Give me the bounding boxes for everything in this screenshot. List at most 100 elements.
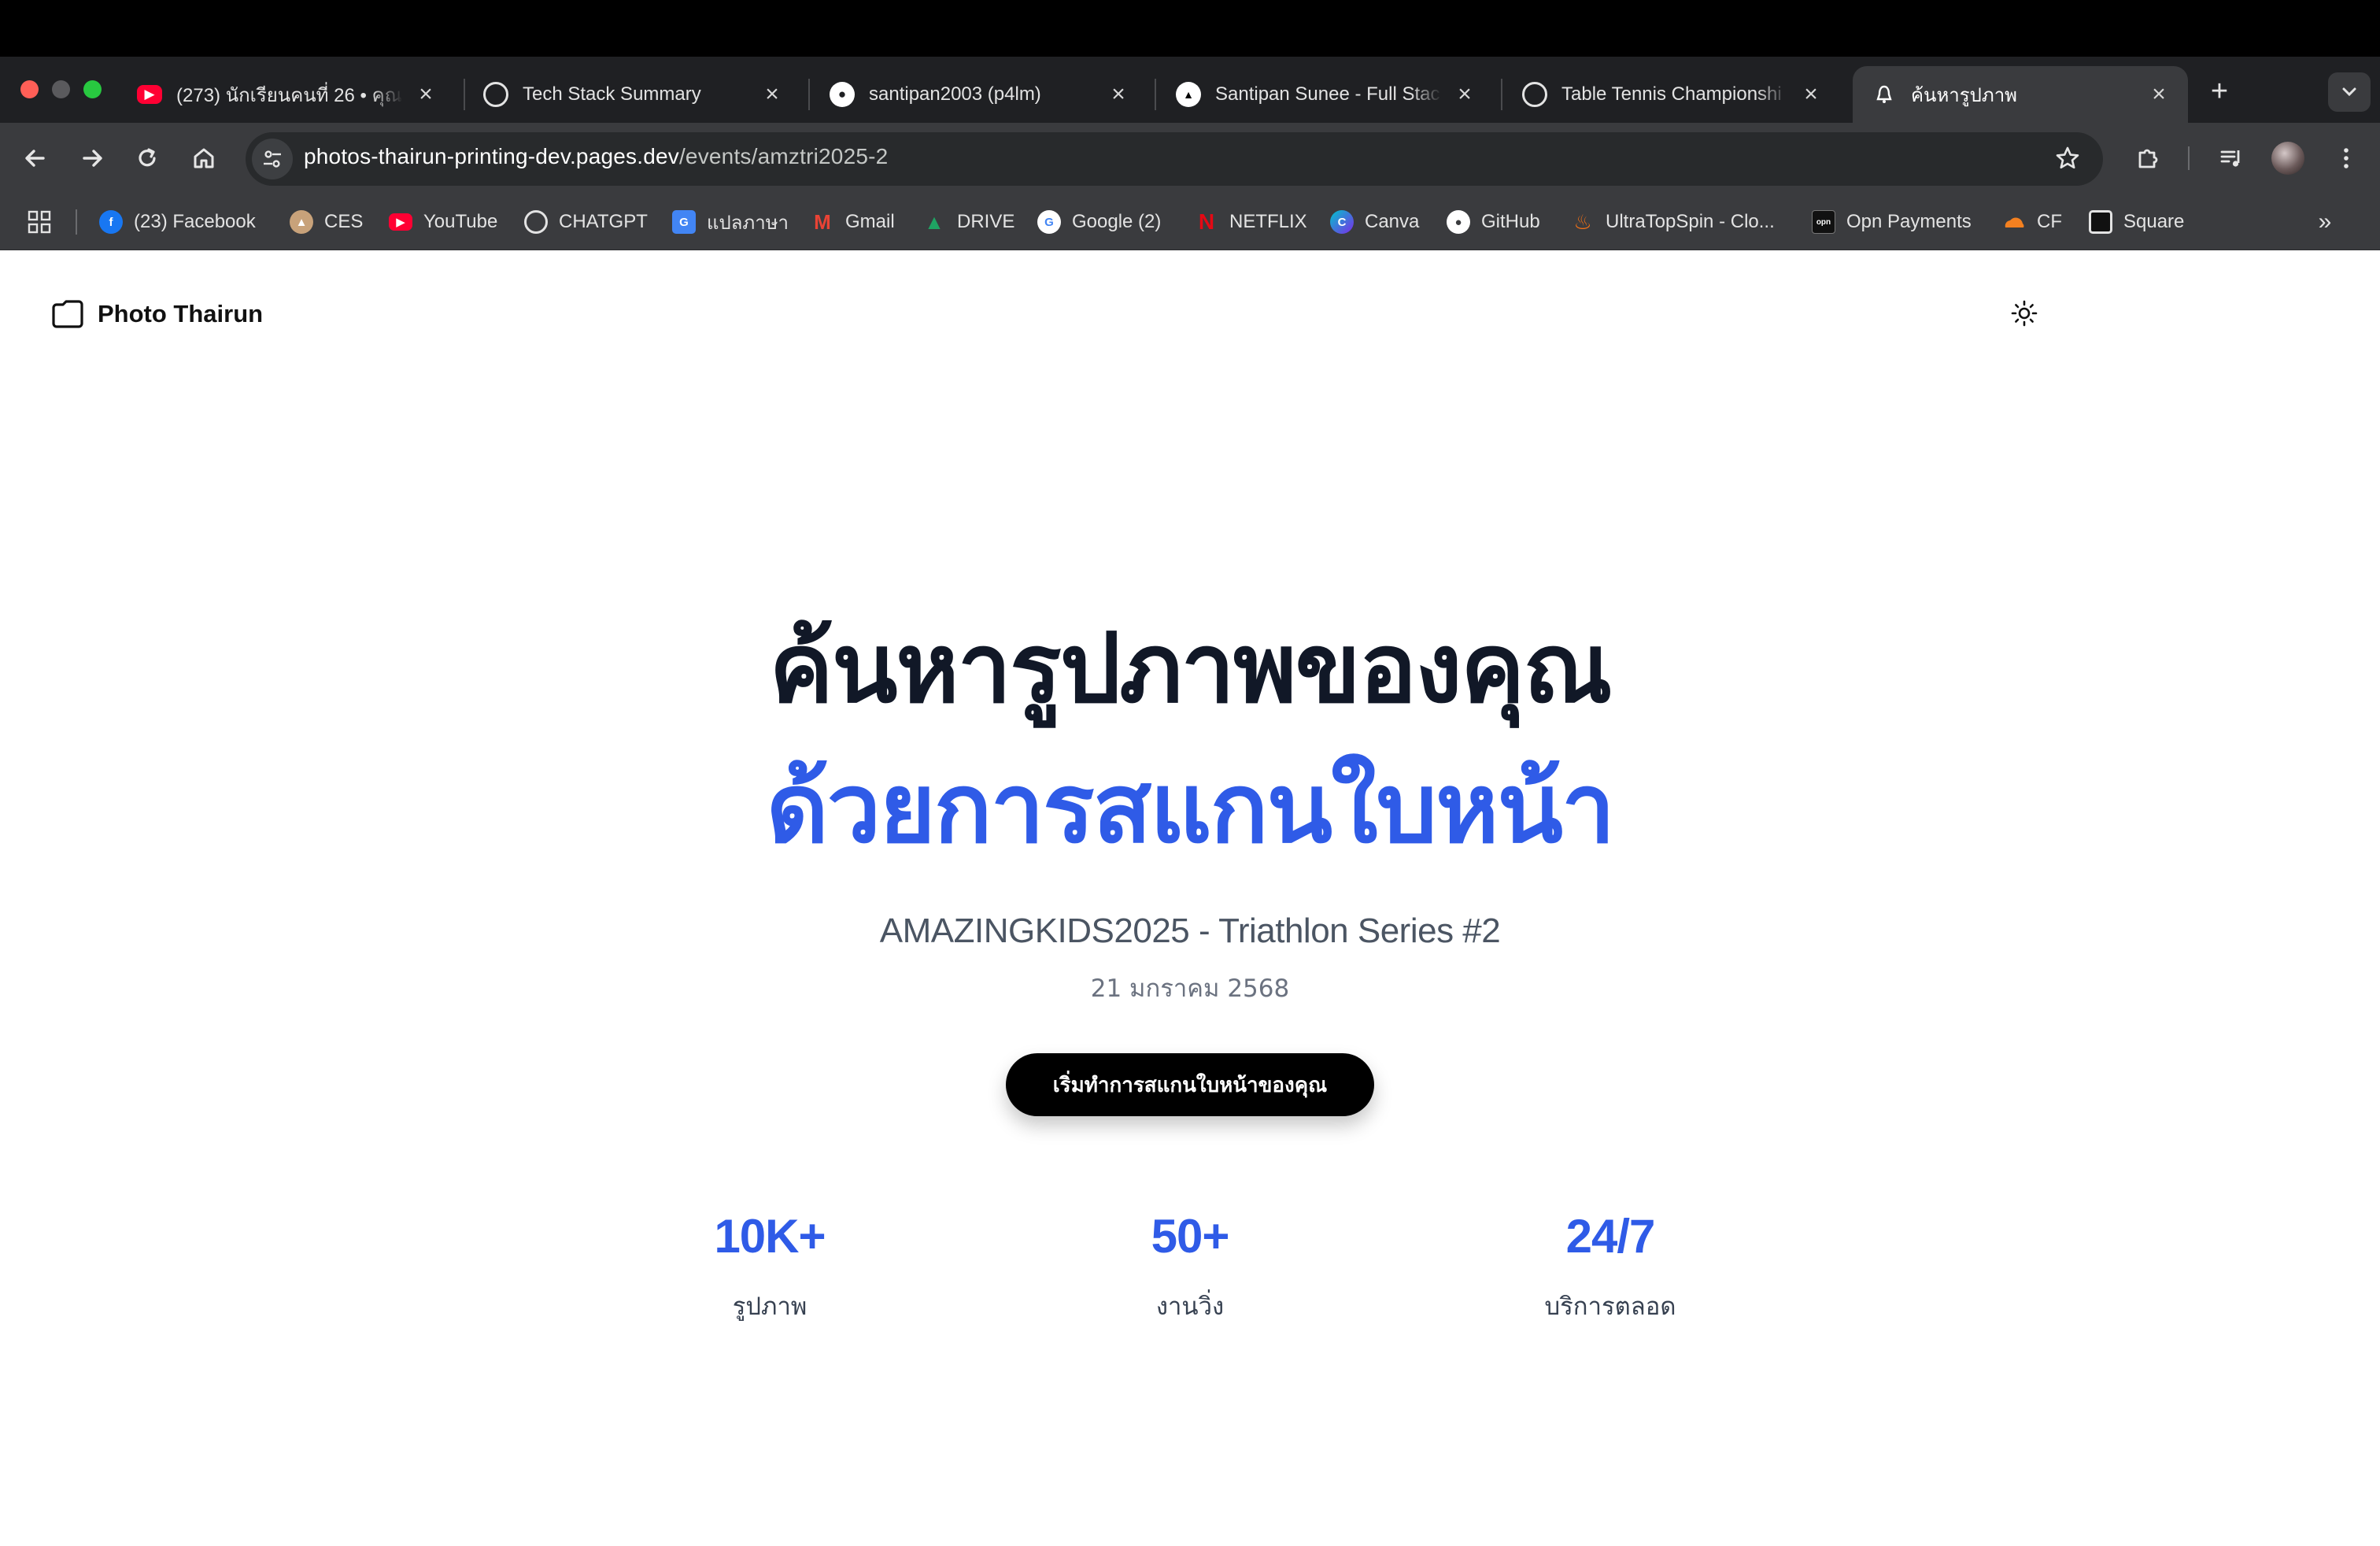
bookmark-label: YouTube [423, 211, 498, 232]
bookmark-drive[interactable]: ▲ DRIVE [922, 206, 1014, 238]
bookmark-netflix[interactable]: N NETFLIX [1195, 206, 1307, 238]
bookmark-facebook[interactable]: f (23) Facebook [99, 206, 256, 238]
tab-github[interactable]: ● santipan2003 (p4lm) × [811, 66, 1148, 123]
bookmark-opn-payments[interactable]: opn Opn Payments [1812, 206, 1972, 238]
site-name: Photo Thairun [98, 300, 264, 327]
queue-music-icon [2220, 150, 2240, 167]
tab-separator [1501, 79, 1502, 110]
tab-title: (273) นักเรียนคนที่ 26 • คุณ [176, 84, 402, 106]
tab-title: Tech Stack Summary [523, 83, 701, 105]
start-face-scan-button[interactable]: เริ่มทำการสแกนใบหน้าของคุณ [1006, 1053, 1374, 1116]
bookmark-chatgpt[interactable]: CHATGPT [524, 206, 648, 238]
tab-portfolio[interactable]: ▲ Santipan Sunee - Full Stac × [1157, 66, 1494, 123]
apps-grid-icon [28, 210, 51, 234]
event-date: 21 มกราคม 2568 [1090, 975, 1290, 1003]
bookmark-ultratopspin[interactable]: ♨ UltraTopSpin - Clo... [1571, 206, 1775, 238]
bookmark-gmail[interactable]: M Gmail [811, 206, 895, 238]
tab-title: ค้นหารูปภาพ [1911, 84, 2017, 106]
bookmark-square[interactable]: Square [2089, 206, 2184, 238]
opn-icon: opn [1812, 210, 1835, 234]
bookmark-label: CES [324, 211, 364, 232]
github-icon: ● [1447, 210, 1470, 234]
minimize-window-button[interactable] [52, 80, 70, 98]
site-info-button[interactable] [252, 139, 293, 179]
site-logo[interactable]: Photo Thairun [50, 298, 263, 331]
back-button[interactable] [19, 142, 52, 175]
tab-separator [1155, 79, 1156, 110]
event-name: AMAZINGKIDS2025 - Triathlon Series #2 [879, 912, 1501, 950]
close-window-button[interactable] [20, 80, 39, 98]
bookmark-label: GitHub [1481, 211, 1540, 232]
bookmark-star-button[interactable] [2051, 142, 2084, 175]
url-host: photos-thairun-printing-dev.pages.dev [304, 144, 679, 168]
bookmark-label: NETFLIX [1229, 211, 1307, 232]
gmail-icon: M [814, 209, 831, 234]
drive-icon: ▲ [924, 209, 944, 234]
netflix-icon: N [1198, 209, 1215, 234]
bookmark-ces[interactable]: ▲ CES [290, 206, 363, 238]
puzzle-icon [2138, 149, 2158, 168]
close-icon[interactable]: × [414, 83, 438, 106]
canva-icon: C [1330, 210, 1354, 234]
youtube-icon: ▶ [137, 85, 162, 104]
theme-toggle-button[interactable] [2010, 299, 2038, 327]
close-icon[interactable]: × [760, 83, 784, 106]
bookmark-canva[interactable]: C Canva [1330, 206, 1419, 238]
openai-icon [483, 82, 508, 107]
bookmark-label: UltraTopSpin - Clo... [1606, 211, 1775, 232]
profile-avatar[interactable] [2271, 142, 2304, 175]
maximize-window-button[interactable] [83, 80, 102, 98]
star-icon [2056, 146, 2079, 169]
media-controls-button[interactable] [2215, 142, 2248, 175]
url-text[interactable]: photos-thairun-printing-dev.pages.dev/ev… [304, 144, 888, 169]
hero-title: ค้นหารูปภาพของคุณ [769, 612, 1612, 724]
stat-photos-value: 10K+ [714, 1210, 826, 1263]
stat-events-value: 50+ [1151, 1210, 1230, 1263]
more-bookmarks-button[interactable]: » [2311, 208, 2339, 236]
openai-icon [524, 210, 548, 234]
tab-title: santipan2003 (p4lm) [869, 83, 1041, 105]
flame-icon: ♨ [1573, 209, 1592, 234]
bookmark-label: Opn Payments [1846, 211, 1972, 232]
tab-table-tennis[interactable]: Table Tennis Championshi × [1503, 66, 1840, 123]
screen-top-bar [0, 0, 2380, 57]
page-content [0, 250, 2380, 1546]
bookmark-label: Google (2) [1072, 211, 1162, 232]
close-icon[interactable]: × [1799, 83, 1823, 106]
bookmark-github[interactable]: ● GitHub [1447, 206, 1540, 238]
cloudflare-icon [2002, 210, 2026, 234]
forward-button[interactable] [76, 142, 109, 175]
bookmark-google[interactable]: G Google (2) [1037, 206, 1161, 238]
stat-events-label: งานวิ่ง [1155, 1293, 1225, 1321]
vercel-icon: ▲ [1176, 82, 1201, 107]
facebook-icon: f [99, 210, 123, 234]
tab-title: Santipan Sunee - Full Stac [1215, 83, 1440, 105]
browser-menu-button[interactable] [2330, 142, 2363, 175]
bookmark-label: (23) Facebook [134, 211, 256, 232]
bookmark-translate[interactable]: G แปลภาษา [672, 206, 789, 238]
bookmark-label: Gmail [845, 211, 895, 232]
close-icon[interactable]: × [1453, 83, 1476, 106]
tab-youtube[interactable]: ▶ (273) นักเรียนคนที่ 26 • คุณ × [118, 66, 455, 123]
more-vert-icon [2344, 148, 2349, 168]
bookmark-youtube[interactable]: ▶ YouTube [389, 206, 497, 238]
bookmark-label: Canva [1365, 211, 1420, 232]
tab-tech-stack[interactable]: Tech Stack Summary × [464, 66, 801, 123]
github-icon: ● [830, 82, 855, 107]
reload-icon [139, 148, 156, 167]
url-path: /events/amztri2025-2 [678, 144, 889, 168]
close-icon[interactable]: × [2147, 83, 2171, 106]
tab-search-button[interactable] [2328, 72, 2371, 112]
new-tab-button[interactable]: + [2204, 76, 2235, 107]
tab-photo-search[interactable]: ค้นหารูปภาพ × [1853, 66, 2188, 123]
reload-button[interactable] [131, 142, 164, 175]
youtube-icon: ▶ [389, 213, 412, 231]
extensions-button[interactable] [2131, 142, 2164, 175]
close-icon[interactable]: × [1107, 83, 1130, 106]
tab-separator [808, 79, 810, 110]
bookmark-label: แปลภาษา [707, 212, 789, 234]
bookmark-cloudflare[interactable]: CF [2002, 206, 2062, 238]
home-button[interactable] [187, 142, 220, 175]
square-icon [2089, 210, 2112, 234]
apps-button[interactable] [27, 209, 52, 235]
